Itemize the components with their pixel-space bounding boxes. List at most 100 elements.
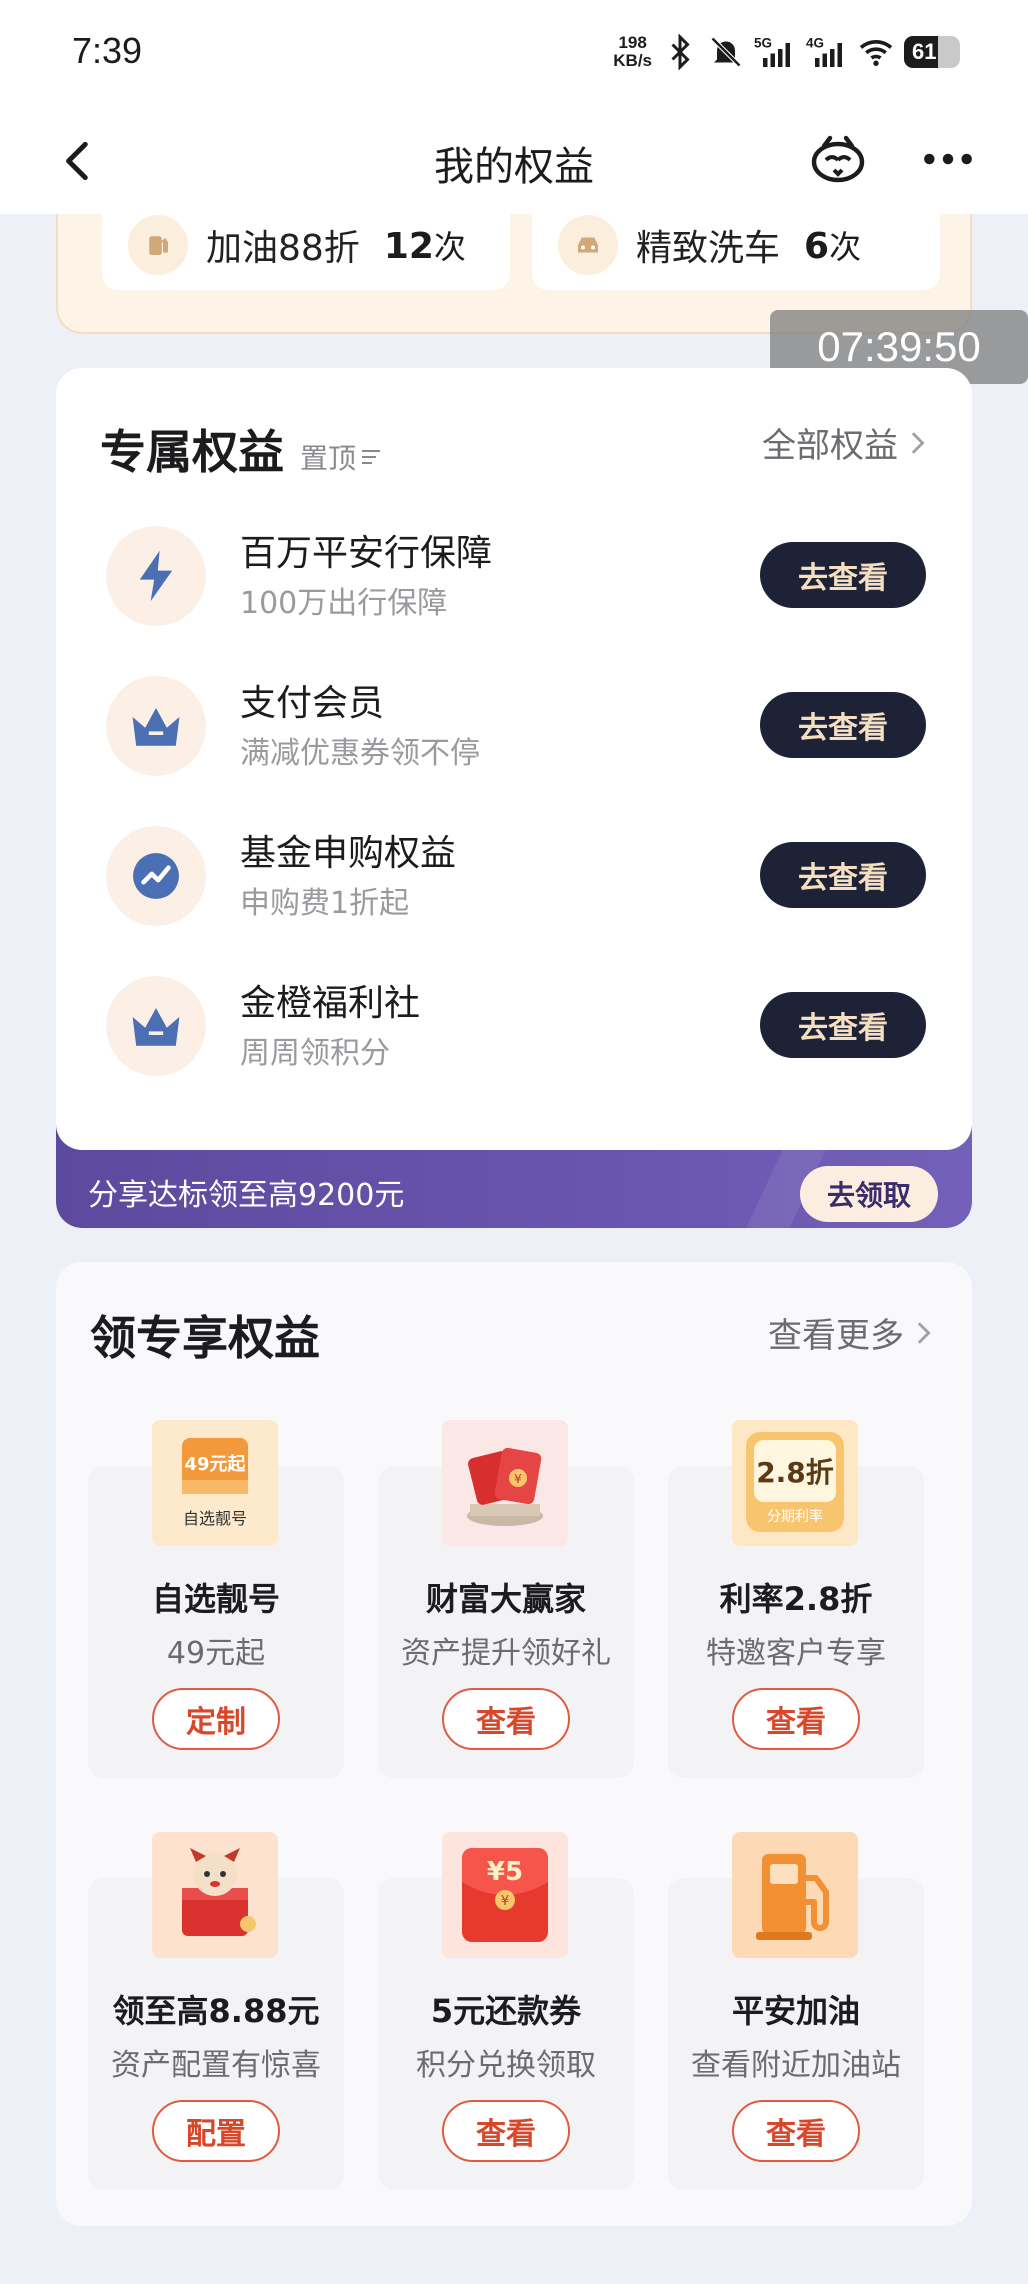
view-button[interactable]: 查看 [732,2100,860,2162]
tile-subtitle: 查看附近加油站 [691,2048,901,2083]
status-bar: 7:39 198 KB/s 5G 4G 61 [0,0,1028,110]
top-benefit-count: 12次 [383,226,466,267]
tile-subtitle: 资产配置有惊喜 [111,2048,321,2083]
see-more-label: 查看更多 [768,1316,904,1356]
image-caption-top: 49元起 [184,1453,246,1475]
image-caption-bottom: 分期利率 [767,1508,823,1525]
view-button[interactable]: 去查看 [760,542,926,608]
top-benefit-tile[interactable]: 加油88折 12次 [102,214,510,290]
row-subtitle: 100万出行保障 [240,586,448,621]
trend-icon [106,826,206,926]
banner-text: 分享达标领至高9200元 [88,1178,405,1213]
all-rights-label: 全部权益 [762,426,898,466]
row-subtitle: 申购费1折起 [240,886,410,921]
battery-icon: 61 [904,36,960,68]
section-title: 领专享权益 [90,1311,320,1365]
image-caption-bottom: 自选靓号 [183,1509,247,1528]
exclusive-row[interactable]: 金橙福利社 周周领积分 去查看 [106,970,926,1080]
fuel-pump-icon [128,215,188,275]
pin-top-toggle[interactable]: 置顶 [300,437,384,477]
top-benefit-label: 加油88折 [206,228,360,269]
benefit-tile[interactable]: ¥ 财富大赢家 资产提升领好礼 查看 [378,1420,634,1778]
exclusive-rights-card: 专属权益 置顶 全部权益 百万平安行保障 100万出行保障 去查看 支付会员 满… [56,368,972,1228]
crown-icon [106,976,206,1076]
pin-top-label: 置顶 [300,442,357,475]
view-button[interactable]: 去查看 [760,842,926,908]
benefit-tile[interactable]: 领至高8.88元 资产配置有惊喜 配置 [88,1832,344,2190]
tile-subtitle: 特邀客户专享 [706,1636,886,1671]
top-benefit-label: 精致洗车 [636,228,781,269]
fuel-pump-icon [732,1832,858,1958]
special-rights-card: 领专享权益 查看更多 49元起 自选靓号 自选靓号 49元起 定制 ¥ 财富大赢… [56,1262,972,2226]
all-rights-link[interactable]: 全部权益 [762,418,926,467]
tile-title: 自选靓号 [151,1580,280,1618]
benefit-tile[interactable]: 49元起 自选靓号 自选靓号 49元起 定制 [88,1420,344,1778]
exclusive-row[interactable]: 基金申购权益 申购费1折起 去查看 [106,820,926,930]
row-title: 金橙福利社 [240,983,421,1024]
tile-title: 领至高8.88元 [112,1992,320,2030]
network-speed-unit: KB/s [613,51,652,70]
status-time: 7:39 [72,30,143,71]
repayment-coupon-image: ¥5 ¥ [442,1832,568,1958]
exclusive-row[interactable]: 支付会员 满减优惠券领不停 去查看 [106,670,926,780]
network-speed: 198 KB/s [613,34,652,70]
car-wash-icon [558,215,618,275]
see-more-link[interactable]: 查看更多 [768,1308,932,1357]
top-benefit-count: 6次 [804,226,862,267]
vanity-number-image: 49元起 自选靓号 [152,1420,278,1546]
more-options-icon[interactable] [920,144,976,174]
customize-button[interactable]: 定制 [152,1688,280,1750]
benefit-tile[interactable]: ¥5 ¥ 5元还款券 积分兑换领取 查看 [378,1832,634,2190]
row-title: 支付会员 [240,683,385,724]
red-envelope-gift-image: ¥ [442,1420,568,1546]
view-button[interactable]: 查看 [442,1688,570,1750]
share-reward-banner[interactable]: 分享达标领至高9200元 去领取 [56,1124,972,1228]
row-title: 基金申购权益 [240,833,457,874]
configure-button[interactable]: 配置 [152,2100,280,2162]
mascot-gift-image [152,1832,278,1958]
signal-5g-label: 5G [754,36,772,51]
exclusive-row[interactable]: 百万平安行保障 100万出行保障 去查看 [106,520,926,630]
exclusive-rights-header: 专属权益 置顶 [100,416,384,482]
tile-subtitle: 资产提升领好礼 [401,1636,611,1671]
tile-title: 利率2.8折 [719,1580,873,1618]
row-subtitle: 满减优惠券领不停 [240,736,480,771]
svg-text:¥: ¥ [514,1472,522,1486]
svg-text:¥: ¥ [501,1894,509,1909]
page-title: 我的权益 [434,144,594,190]
signal-5g-icon: 5G [754,36,790,67]
sort-icon [362,450,381,464]
section-title: 专属权益 [100,425,284,479]
bluetooth-icon [671,34,690,70]
view-button[interactable]: 查看 [442,2100,570,2162]
crown-icon [106,676,206,776]
network-speed-value: 198 [618,33,647,52]
view-button[interactable]: 去查看 [760,692,926,758]
claim-button[interactable]: 去领取 [800,1166,938,1222]
signal-4g-label: 4G [806,36,824,51]
mute-icon [710,36,742,68]
chevron-right-icon [917,1321,931,1344]
status-icons: 198 KB/s 5G 4G 61 [613,30,960,74]
top-benefit-tile[interactable]: 精致洗车 6次 [532,214,940,290]
row-title: 百万平安行保障 [240,533,493,574]
tile-title: 财富大赢家 [425,1580,586,1618]
tile-subtitle: 积分兑换领取 [416,2048,596,2083]
nav-bar: 我的权益 [0,110,1028,214]
assistant-robot-icon[interactable] [806,128,870,192]
wifi-icon [859,40,893,66]
view-button[interactable]: 查看 [732,1688,860,1750]
tile-subtitle: 49元起 [166,1636,266,1671]
tile-title: 5元还款券 [430,1992,582,2030]
battery-level: 61 [912,39,937,64]
row-subtitle: 周周领积分 [240,1036,390,1071]
benefit-tile[interactable]: 2.8折 分期利率 利率2.8折 特邀客户专享 查看 [668,1420,924,1778]
tile-title: 平安加油 [731,1992,860,2030]
chevron-right-icon [911,431,925,454]
benefit-tile[interactable]: 平安加油 查看附近加油站 查看 [668,1832,924,2190]
rate-discount-image: 2.8折 分期利率 [732,1420,858,1546]
image-caption-top: 2.8折 [756,1456,834,1489]
signal-4g-icon: 4G [806,36,842,67]
image-caption-top: ¥5 [487,1857,523,1887]
view-button[interactable]: 去查看 [760,992,926,1058]
